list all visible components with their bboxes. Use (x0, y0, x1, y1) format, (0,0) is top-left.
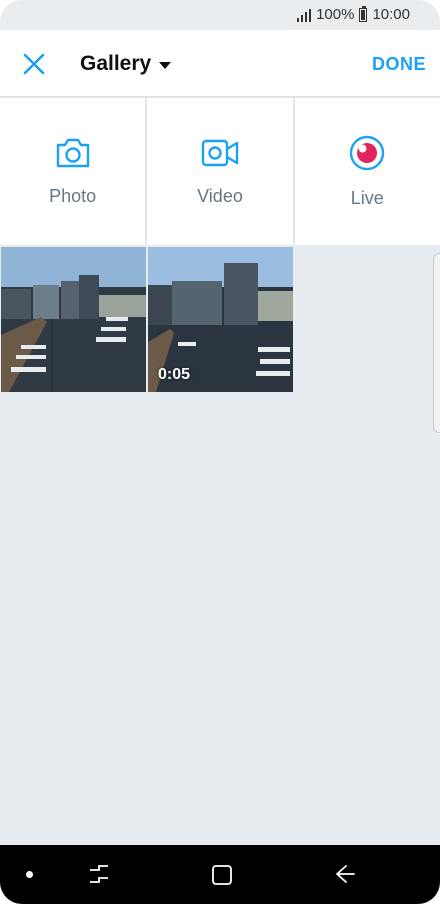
gallery-photo-thumbnail[interactable] (1, 247, 146, 392)
live-option[interactable]: Live (295, 98, 440, 245)
status-indicators: 100% 10:00 (297, 5, 410, 23)
battery-icon (359, 5, 368, 22)
recent-apps-icon[interactable] (88, 863, 110, 890)
camera-icon (55, 137, 91, 174)
photo-option-label: Photo (49, 185, 97, 206)
scrollbar[interactable] (433, 253, 440, 433)
live-broadcast-icon (349, 135, 385, 176)
capture-options: Photo Video Live (0, 98, 440, 245)
caret-down-icon (159, 61, 172, 69)
nav-indicator-dot (26, 871, 33, 878)
close-icon[interactable] (20, 50, 48, 78)
battery-percentage: 100% (316, 6, 355, 23)
video-duration: 0:05 (158, 366, 191, 383)
page-title: Gallery (80, 52, 152, 75)
status-bar: 100% 10:00 (0, 0, 440, 30)
video-option-label: Video (197, 185, 243, 206)
live-option-label: Live (350, 187, 384, 208)
done-button[interactable]: DONE (372, 54, 426, 75)
signal-icon (297, 8, 312, 22)
home-icon[interactable] (210, 863, 234, 892)
back-icon[interactable] (334, 863, 356, 890)
photo-option[interactable]: Photo (0, 98, 148, 245)
video-camera-icon (200, 137, 240, 174)
video-option[interactable]: Video (147, 98, 295, 245)
gallery-selector[interactable]: Gallery (80, 52, 172, 76)
clock: 10:00 (372, 6, 410, 23)
gallery-video-thumbnail[interactable]: 0:05 (148, 247, 293, 392)
system-navigation-bar (0, 845, 440, 904)
top-bar: Gallery DONE (0, 30, 440, 98)
harbor-photo (1, 247, 146, 392)
media-gallery: 0:05 (0, 245, 440, 845)
